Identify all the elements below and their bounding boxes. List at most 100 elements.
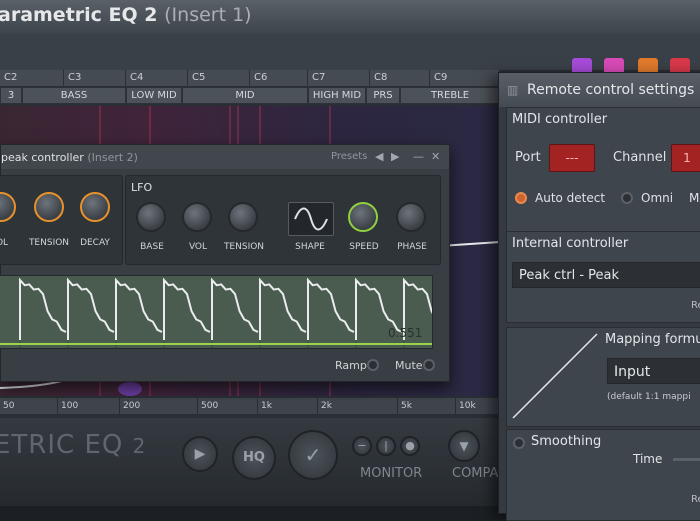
lfo-base-knob[interactable] — [136, 202, 166, 232]
knob-label: DECAY — [80, 238, 110, 248]
smoothing-section: Smoothing Time Re — [506, 429, 700, 521]
lfo-speed-knob[interactable] — [348, 202, 378, 232]
lfo-tension-knob[interactable] — [228, 202, 258, 232]
band-label: LOW MID — [126, 87, 182, 104]
band-label: BASS — [22, 87, 126, 104]
channel-field[interactable]: 1 — [671, 144, 700, 172]
eq-title-insert: (Insert 1) — [164, 4, 252, 26]
peak-section: OL TENSION DECAY — [0, 175, 123, 265]
band-label: HIGH MID — [308, 87, 366, 104]
band-label: MID — [182, 87, 308, 104]
mapping-default-hint: (default 1:1 mappi — [607, 392, 691, 402]
mute-label: Mute — [395, 359, 423, 372]
eq-title-text: arametric EQ 2 — [0, 4, 158, 26]
waveform-graph — [0, 276, 451, 348]
lfo-phase-knob[interactable] — [396, 202, 426, 232]
prev-preset-icon[interactable]: ◀ — [375, 150, 383, 163]
note-label: C2 — [0, 70, 64, 86]
eq-titlebar[interactable]: arametric EQ 2 (Insert 1) — [0, 0, 700, 34]
peak-controller-window: peak controller (Insert 2) Presets ◀ ▶ —… — [0, 144, 451, 382]
volume-knob[interactable] — [0, 192, 16, 222]
eq-logo-text: ETRIC EQ — [0, 430, 124, 460]
play-icon[interactable]: ▶ — [182, 436, 218, 472]
lfo-vol-knob[interactable] — [182, 202, 212, 232]
lfo-section: BASE VOL TENSION SHAPE SPEED PHASE — [125, 175, 441, 265]
port-label: Port — [515, 150, 541, 165]
band-label: 3 — [0, 87, 22, 104]
next-preset-icon[interactable]: ▶ — [391, 150, 399, 163]
peak-title: peak controller (Insert 2) — [1, 151, 138, 164]
compare-chevron-icon[interactable]: ▼ — [448, 430, 480, 462]
mapping-section: Mapping formu Input (default 1:1 mappi — [506, 327, 700, 427]
monitor-solo-icon[interactable]: ● — [400, 436, 420, 456]
remote-icon: ▥ — [507, 83, 519, 97]
freq-tick: 10k — [456, 398, 500, 414]
note-label: C3 — [64, 70, 126, 86]
peak-readout: 0.551 — [388, 326, 423, 340]
remote-control-settings-window: ▥ Remote control settings MIDI controlle… — [498, 72, 700, 521]
internal-controller-select[interactable]: Peak ctrl - Peak — [512, 262, 700, 288]
monitor-label: MONITOR — [360, 466, 423, 481]
sine-wave-icon — [294, 207, 328, 231]
note-label: C4 — [126, 70, 188, 86]
reset-label[interactable]: Re — [691, 300, 700, 311]
ramp-toggle[interactable] — [367, 359, 379, 371]
internal-section-title: Internal controller — [512, 236, 629, 251]
smoothing-label: Smoothing — [531, 434, 602, 449]
monitor-minus-icon[interactable]: − — [352, 436, 372, 456]
note-label: C8 — [370, 70, 430, 86]
ramp-label: Ramp — [335, 359, 367, 372]
minimize-icon[interactable]: — — [413, 150, 424, 163]
lfo-shape-selector[interactable] — [288, 202, 334, 236]
note-label: C6 — [250, 70, 308, 86]
freq-tick: 500 — [198, 398, 258, 414]
omni-label: Omni — [641, 191, 674, 205]
port-field[interactable]: --- — [549, 144, 595, 172]
reset-label-2[interactable]: Re — [691, 494, 700, 505]
eq-logo: ETRIC EQ 2 — [0, 430, 146, 460]
time-label: Time — [633, 452, 663, 466]
omni-radio[interactable] — [621, 192, 633, 204]
rcs-title: Remote control settings — [527, 82, 695, 98]
smoothing-toggle[interactable] — [513, 437, 525, 449]
peak-title-insert: (Insert 2) — [87, 151, 138, 164]
midi-controller-section: MIDI controller Port --- Channel 1 Auto … — [506, 107, 700, 239]
note-label: C7 — [308, 70, 370, 86]
note-label: C9 — [430, 70, 500, 86]
close-icon[interactable]: ✕ — [431, 150, 440, 163]
mapping-formula-input[interactable]: Input — [607, 358, 700, 384]
note-label: C5 — [188, 70, 250, 86]
freq-tick: 100 — [58, 398, 120, 414]
freq-tick: 5k — [398, 398, 456, 414]
internal-controller-section: Internal controller Peak ctrl - Peak Re — [506, 231, 700, 323]
knob-label: PHASE — [397, 242, 427, 252]
hq-button[interactable]: HQ — [232, 436, 276, 480]
knob-label: TENSION — [223, 242, 265, 252]
channel-label: Channel — [613, 150, 667, 165]
compare-label: COMPA — [452, 466, 499, 481]
check-icon[interactable]: ✓ — [288, 430, 338, 480]
midi-section-title: MIDI controller — [512, 112, 608, 127]
band-handle-icon[interactable] — [118, 382, 142, 396]
knob-label: SHAPE — [295, 242, 325, 252]
band-label: PRS — [366, 87, 400, 104]
monitor-mid-icon[interactable]: | — [376, 436, 396, 456]
presets-button[interactable]: Presets — [331, 151, 367, 162]
band-label: TREBLE — [400, 87, 500, 104]
mapping-curve-graph — [512, 333, 598, 419]
freq-tick: 50 — [0, 398, 58, 414]
monitor-buttons: − | ● — [352, 436, 424, 458]
peak-title-text: peak controller — [1, 151, 84, 164]
freq-tick: 200 — [120, 398, 198, 414]
frequency-ruler: 50 100 200 500 1k 2k 5k 10k — [0, 398, 500, 414]
decay-knob[interactable] — [80, 192, 110, 222]
auto-detect-radio[interactable] — [515, 192, 527, 204]
mute-toggle[interactable] — [423, 359, 435, 371]
eq-toolbar — [0, 34, 700, 70]
mapping-formula-label: Mapping formu — [605, 332, 700, 347]
eq-title: arametric EQ 2 (Insert 1) — [0, 4, 252, 26]
tension-knob[interactable] — [34, 192, 64, 222]
time-slider[interactable] — [673, 458, 700, 461]
m-label: M — [689, 191, 700, 205]
auto-detect-label: Auto detect — [535, 191, 606, 205]
